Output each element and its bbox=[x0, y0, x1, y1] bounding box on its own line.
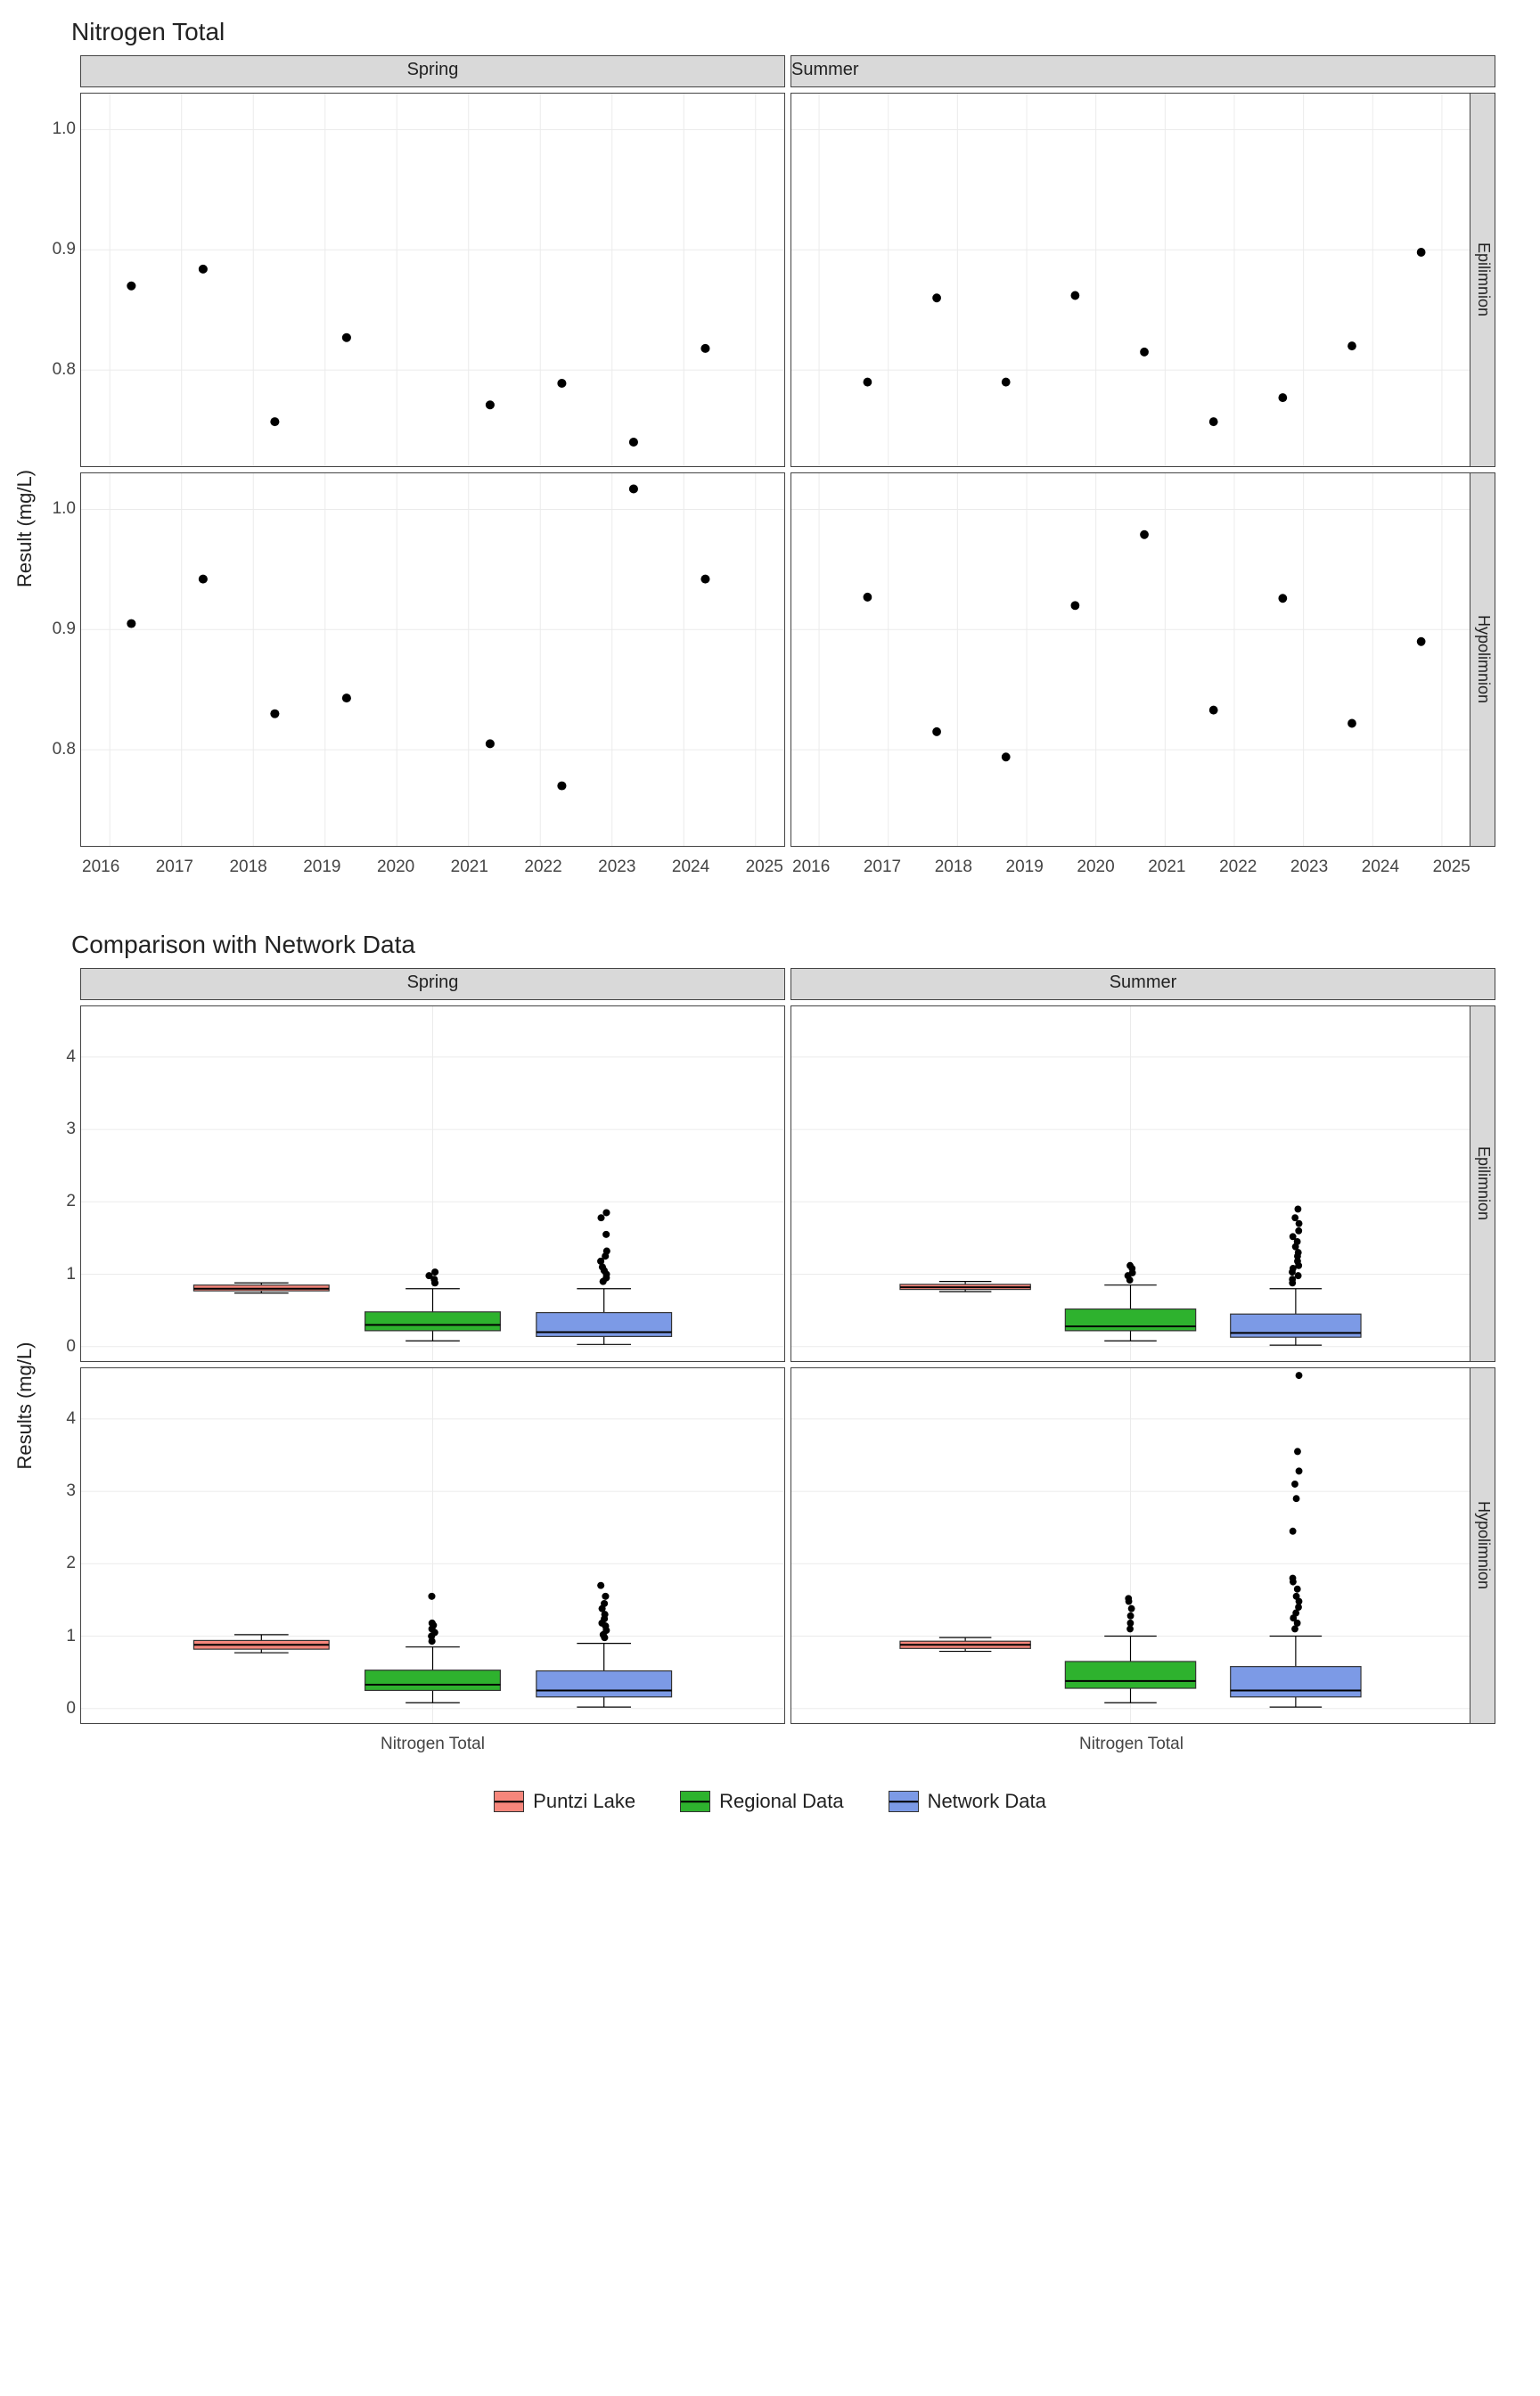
chart-title-1: Nitrogen Total bbox=[71, 18, 1522, 46]
legend-item-puntzi: Puntzi Lake bbox=[494, 1790, 635, 1813]
box-panel-summer-epi bbox=[790, 1005, 1470, 1362]
facet-row-epi-1: Epilimnion bbox=[1470, 93, 1495, 467]
chart-title-2: Comparison with Network Data bbox=[71, 931, 1522, 959]
legend-label: Puntzi Lake bbox=[533, 1790, 635, 1813]
facet-row-hypo-1: Hypolimnion bbox=[1470, 472, 1495, 847]
yaxis-scatter: 1.00.90.8 bbox=[41, 94, 81, 466]
scatter-panel-spring-hypo: 1.00.90.8 bbox=[80, 472, 785, 847]
yaxis-box: 43210 bbox=[41, 1006, 81, 1361]
box-panel-spring-hypo: 43210 bbox=[80, 1367, 785, 1724]
facet-row-epi-2: Epilimnion bbox=[1470, 1005, 1495, 1362]
nitrogen-total-chart: Nitrogen Total Result (mg/L) Spring Summ… bbox=[18, 18, 1522, 877]
legend-item-regional: Regional Data bbox=[680, 1790, 843, 1813]
facet-col-summer-2: Summer bbox=[790, 968, 1495, 1000]
scatter-panel-spring-epi: 1.00.90.8 bbox=[80, 93, 785, 467]
xaxis-scatter-left: 2016201720182019202020212022202320242025 bbox=[80, 852, 785, 877]
legend-item-network: Network Data bbox=[889, 1790, 1046, 1813]
legend-swatch-icon bbox=[889, 1791, 919, 1812]
legend-label: Regional Data bbox=[719, 1790, 843, 1813]
ylabel-1: Result (mg/L) bbox=[13, 470, 37, 587]
yaxis-scatter-2: 1.00.90.8 bbox=[41, 473, 81, 846]
legend-label: Network Data bbox=[928, 1790, 1046, 1813]
yaxis-box-2: 43210 bbox=[41, 1368, 81, 1723]
ylabel-2: Results (mg/L) bbox=[13, 1342, 37, 1469]
xaxis-box-left: Nitrogen Total bbox=[80, 1729, 785, 1754]
scatter-panel-summer-epi bbox=[790, 93, 1470, 467]
legend-swatch-icon bbox=[494, 1791, 524, 1812]
facet-col-spring-2: Spring bbox=[80, 968, 785, 1000]
scatter-panel-summer-hypo bbox=[790, 472, 1470, 847]
xaxis-box-right: Nitrogen Total bbox=[790, 1729, 1495, 1754]
facet-col-summer-1: Summer bbox=[790, 55, 1495, 87]
comparison-chart: Comparison with Network Data Results (mg… bbox=[18, 931, 1522, 1754]
xaxis-scatter-right: 2016201720182019202020212022202320242025 bbox=[790, 852, 1495, 877]
legend: Puntzi Lake Regional Data Network Data bbox=[18, 1790, 1522, 1813]
facet-row-hypo-2: Hypolimnion bbox=[1470, 1367, 1495, 1724]
box-panel-summer-hypo bbox=[790, 1367, 1470, 1724]
facet-col-spring-1: Spring bbox=[80, 55, 785, 87]
box-panel-spring-epi: 43210 bbox=[80, 1005, 785, 1362]
legend-swatch-icon bbox=[680, 1791, 710, 1812]
